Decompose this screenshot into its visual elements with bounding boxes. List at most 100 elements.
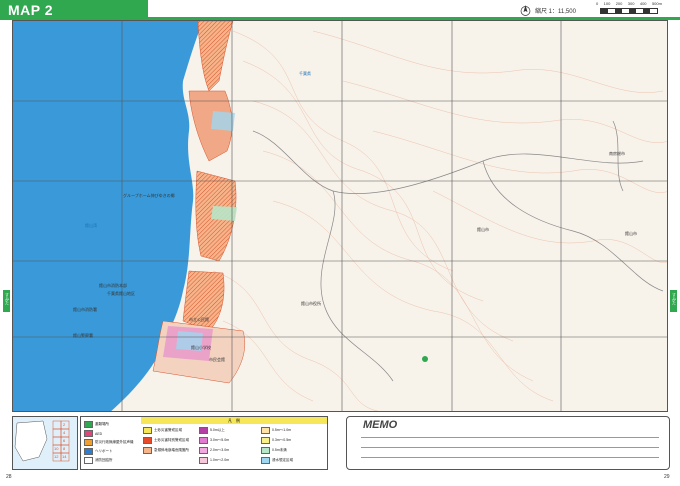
legend-label: 5.0m以上 <box>210 428 225 432</box>
scale-tick: 200 <box>615 1 623 6</box>
page-header: MAP 2 縮尺 1：11,500 0 100 200 300 400 500m <box>0 0 680 20</box>
map-label: 館山警察署 <box>73 333 93 338</box>
scale-tick: 0 <box>596 1 599 6</box>
index-map-number: 12 <box>54 454 59 459</box>
memo-label: MEMO <box>363 419 398 431</box>
legend-swatch <box>199 437 208 444</box>
legend-swatch <box>199 457 208 464</box>
legend-label: AED <box>95 431 103 436</box>
legend-swatch <box>84 430 93 437</box>
legend-swatch <box>261 447 270 454</box>
legend-label: 0.5m〜1.0m <box>272 428 292 432</box>
legend-item: 0.5m〜1.0m <box>261 427 291 434</box>
memo-line <box>361 447 659 448</box>
evacuation-site-marker[interactable] <box>422 356 428 362</box>
legend-label: 浸水想定区域 <box>272 458 293 462</box>
legend-item: 浸水想定区域 <box>261 457 293 464</box>
legend-swatch <box>143 437 152 444</box>
map-label: 南房総市 <box>609 151 625 156</box>
index-map-number: 10 <box>54 446 59 451</box>
index-map-canvas <box>13 417 77 469</box>
legend-item: 急傾斜地崩壊危険箇所 <box>143 447 189 454</box>
memo-box[interactable]: MEMO <box>346 416 670 470</box>
index-map-number: 8 <box>63 446 66 451</box>
header-banner: MAP 2 <box>0 0 148 20</box>
legend-title: 凡 例 <box>141 417 327 424</box>
page-number-left: 28 <box>6 474 12 480</box>
legend-label: 防災行政無線屋外拡声機 <box>95 440 134 444</box>
index-map-number: 2 <box>63 422 66 427</box>
legend-item: 土砂災害警戒区域 <box>143 427 182 434</box>
legend-swatch <box>143 427 152 434</box>
north-arrow-icon <box>520 5 531 16</box>
map-label: 千葉県 <box>299 71 311 76</box>
scale-tick: 100 <box>603 1 611 6</box>
side-index-tab-left[interactable]: すみた <box>3 290 10 312</box>
map-label: 館山小学校 <box>191 345 211 350</box>
legend-label: 急傾斜地崩壊危険箇所 <box>154 448 189 452</box>
legend-item: 土砂災害特別警戒区域 <box>143 437 189 444</box>
legend-swatch <box>84 457 93 464</box>
map-label: 館山市消防署 <box>73 307 97 312</box>
legend-label: 1.0m〜2.0m <box>210 458 230 462</box>
map-title: MAP 2 <box>8 2 54 18</box>
legend-swatch <box>84 439 93 446</box>
map-label: 館山市消防本部 <box>99 283 127 288</box>
map-label: 館山市役所 <box>301 301 321 306</box>
legend-item: 2.0m〜3.0m <box>199 447 229 454</box>
legend-label: 土砂災害特別警戒区域 <box>154 438 189 442</box>
scale-tick: 500m <box>651 1 662 6</box>
legend-item: 5.0m以上 <box>199 427 225 434</box>
memo-line <box>361 457 659 458</box>
map-canvas <box>13 21 667 411</box>
side-index-tab-right[interactable]: すみた <box>670 290 677 312</box>
scale-label: 縮尺 1：11,500 <box>535 9 576 15</box>
legend-label: 0.3m〜0.5m <box>272 438 292 442</box>
legend-item: AED <box>84 430 102 437</box>
map-label: 館山市 <box>625 231 637 236</box>
legend-swatch <box>143 447 152 454</box>
legend-swatch <box>261 437 270 444</box>
scale-ticks: 0 100 200 300 400 500m <box>596 1 662 6</box>
index-map-number: 6 <box>63 438 66 443</box>
map-label: グループホーム伸びゆきの郷 <box>123 193 175 198</box>
map-label: 市立公民館 <box>189 317 209 322</box>
legend-item: 1.0m〜2.0m <box>199 457 229 464</box>
side-tab-label: すみた <box>672 293 677 305</box>
side-tab-label: すみた <box>5 293 10 305</box>
index-map: 2 4 6 8 10 12 14 <box>12 416 78 470</box>
legend-item: 3.0m〜5.0m <box>199 437 229 444</box>
map-label: 市民会館 <box>209 357 225 362</box>
legend-swatch <box>84 421 93 428</box>
legend-item: 0.5m未満 <box>261 447 287 454</box>
legend-item: 避難場所 <box>84 421 109 428</box>
hazard-map[interactable]: 1 2 3 4 5 千葉県 館山湾 グループホーム伸びゆきの郷 館山市 館山市 … <box>12 20 668 412</box>
legend-label: 土砂災害警戒区域 <box>154 428 182 432</box>
legend-label: 0.5m未満 <box>272 448 287 452</box>
legend-label: 3.0m〜5.0m <box>210 438 230 442</box>
map-label: 館山市 <box>477 227 489 232</box>
index-map-number: 4 <box>63 430 66 435</box>
scale-bar <box>600 8 658 14</box>
legend-swatch <box>199 447 208 454</box>
legend-item: 防災行政無線屋外拡声機 <box>84 439 134 446</box>
page-number-right: 29 <box>664 474 670 480</box>
legend-swatch <box>261 457 270 464</box>
legend-swatch <box>199 427 208 434</box>
legend-label: 2.0m〜3.0m <box>210 448 230 452</box>
legend-item: 0.3m〜0.5m <box>261 437 291 444</box>
legend-label: 避難場所 <box>95 422 109 426</box>
legend-label: ヘリポート <box>95 449 113 453</box>
index-map-number: 14 <box>62 454 67 459</box>
map-label: 千葉県館山地区 <box>107 291 135 296</box>
legend-swatch <box>84 448 93 455</box>
scale-tick: 400 <box>639 1 647 6</box>
legend-label: 消防団詰所 <box>95 458 113 462</box>
legend-item: 消防団詰所 <box>84 457 113 464</box>
memo-line <box>361 437 659 438</box>
legend-swatch <box>261 427 270 434</box>
legend-item: ヘリポート <box>84 448 113 455</box>
map-legend: 凡 例 避難場所 AED 防災行政無線屋外拡声機 ヘリポート 消防団詰所 土砂災… <box>80 416 328 470</box>
map-label: 館山湾 <box>85 223 97 228</box>
scale-tick: 300 <box>627 1 635 6</box>
